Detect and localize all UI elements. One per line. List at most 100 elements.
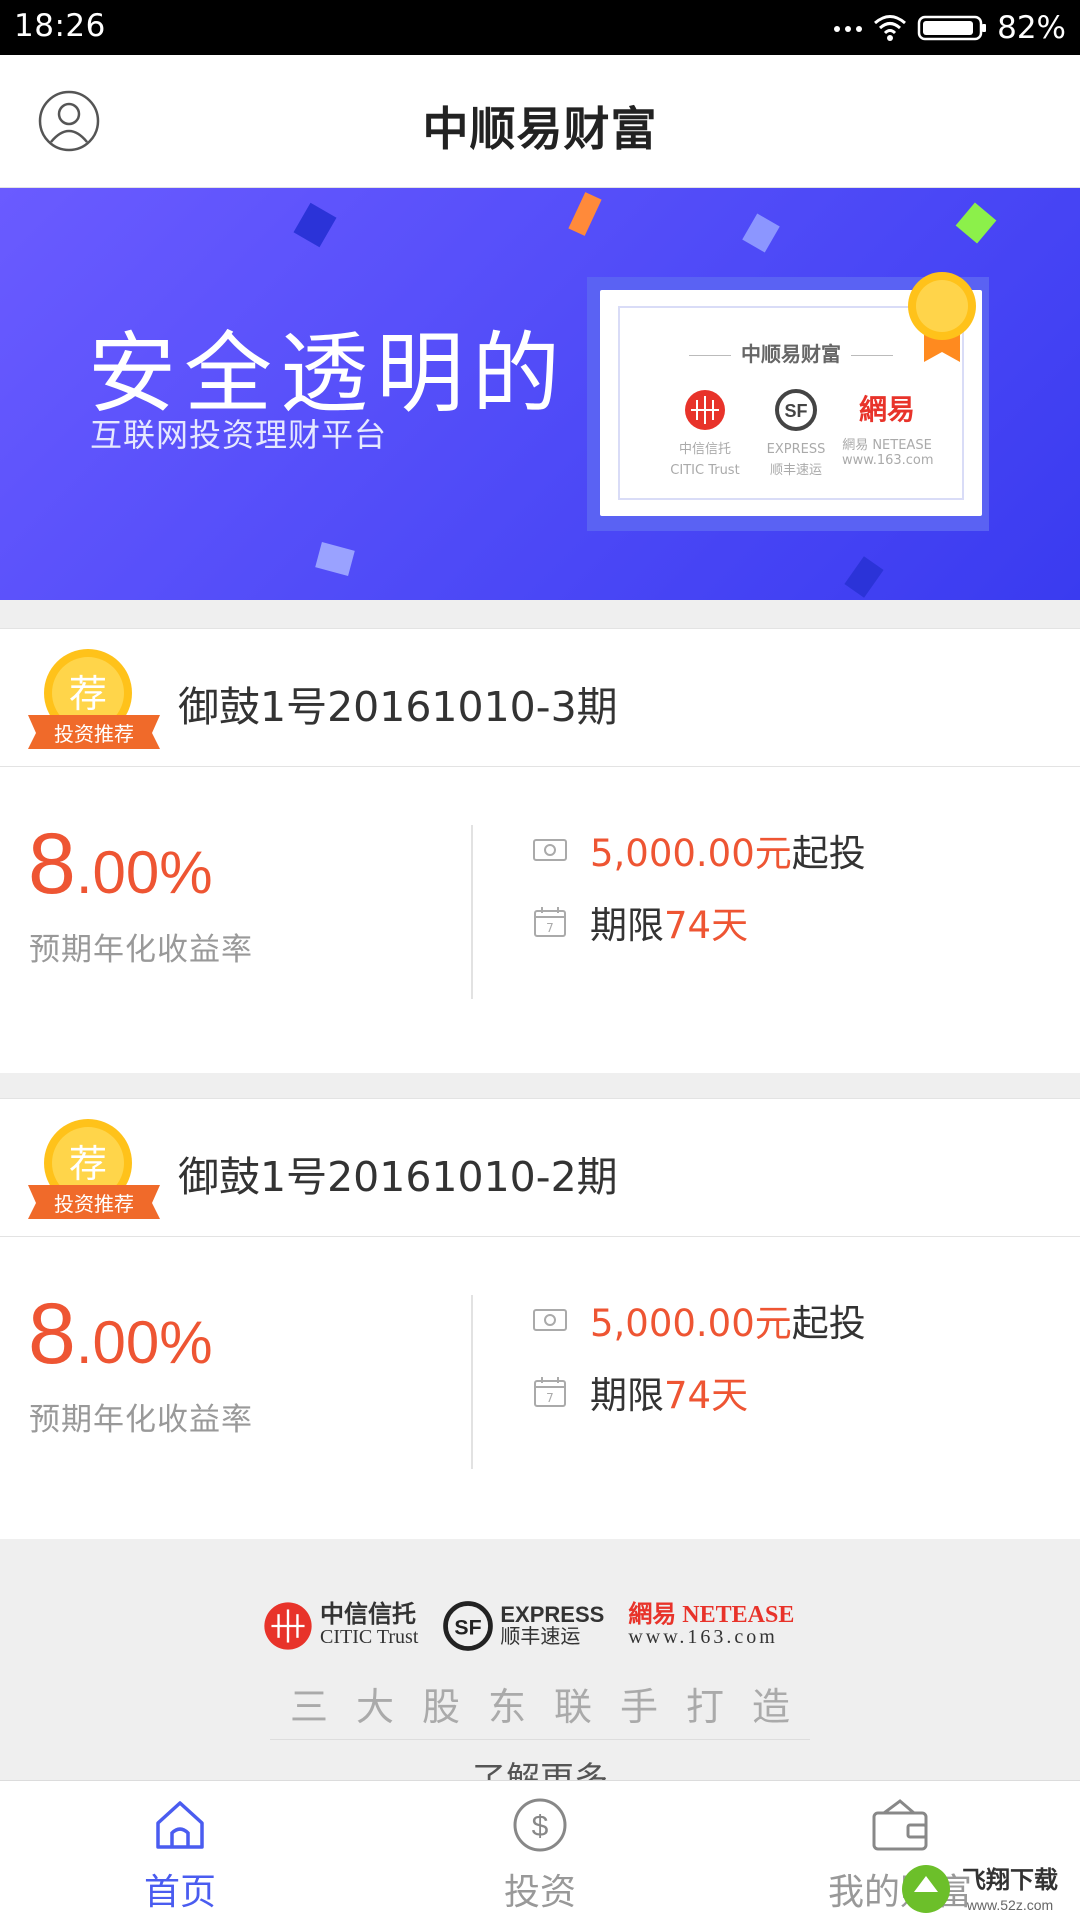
app-header: 中顺易财富 [0,55,1080,188]
citic-icon [685,390,725,430]
calendar-day: 7 [546,1391,554,1405]
watermark-url: www.52z.com [966,1897,1053,1913]
rate-label: 预期年化收益率 [29,932,253,968]
min-suffix: 起投 [791,832,866,875]
divider [270,1739,810,1740]
divider [471,1295,473,1469]
more-dots-icon [834,26,863,32]
term-row: 7 期限 74天 [532,1365,748,1419]
annual-rate: 8.00% [28,1285,213,1384]
product-card[interactable]: 荐 投资推荐 御鼓1号20161010-2期 8.00% 预期年化收益率 5,0… [0,1098,1080,1539]
sf-express-logo: SF EXPRESS 顺丰速运 [751,388,841,478]
partners-section: 中信信托 CITIC Trust SF EXPRESS 顺丰速运 網易 NETE… [0,1540,1080,1800]
badge-label: 投资推荐 [54,722,134,746]
recommend-badge-icon: 荐 投资推荐 [28,1119,160,1219]
min-suffix: 起投 [791,1302,866,1345]
term-value: 74天 [664,904,749,947]
sf-sub: 顺丰速运 [500,1626,581,1648]
battery-percent: 82% [997,10,1066,46]
watermark-text: 飞翔下载 [962,1866,1058,1894]
netease-partner-logo: 網易 NETEASE www.163.com [628,1602,795,1648]
promo-banner[interactable]: 安全透明的 互联网投资理财平台 中顺易财富 中信信托 CITIC Trust S… [0,188,1080,600]
netease-logo-name: 網易 [858,393,915,426]
page-title: 中顺易财富 [422,102,658,156]
medal-icon [908,272,976,362]
min-investment-row: 5,000.00元 起投 [532,823,866,877]
rate-decimal: .00% [75,1309,213,1376]
term-prefix: 期限 [590,1374,664,1417]
svg-text:SF: SF [784,401,807,421]
status-time: 18:26 [14,8,106,44]
calendar-day: 7 [546,921,554,935]
certificate-logos: 中信信托 CITIC Trust SF EXPRESS 顺丰速运 網易 網易 N… [660,388,934,478]
product-card-header[interactable]: 荐 投资推荐 御鼓1号20161010-3期 [0,629,1080,767]
confetti-shape [742,213,780,253]
tab-label: 首页 [143,1872,216,1913]
citic-sub: CITIC Trust [320,1626,419,1648]
annual-rate: 8.00% [28,815,213,914]
svg-text:$: $ [532,1810,549,1843]
partners-slogan: 三大股东联手打造 [289,1685,818,1729]
divider [471,825,473,999]
netease-name: 網易 NETEASE [628,1602,795,1628]
citic-logo-sub: CITIC Trust [670,463,740,478]
product-card-header[interactable]: 荐 投资推荐 御鼓1号20161010-2期 [0,1099,1080,1237]
product-name: 御鼓1号20161010-2期 [178,1153,618,1201]
sf-express-icon: SF [443,1601,494,1651]
citic-name: 中信信托 [320,1602,416,1628]
product-card-body[interactable]: 8.00% 预期年化收益率 5,000.00元 起投 7 期限 74天 [0,767,1080,1073]
sf-name: EXPRESS [500,1602,605,1627]
watermark-icon: 飞翔下载 www.52z.com [902,1865,1058,1913]
wallet-icon [872,1799,928,1851]
product-card[interactable]: 荐 投资推荐 御鼓1号20161010-3期 8.00% 预期年化收益率 5,0… [0,628,1080,1073]
status-bar: 18:26 82% [0,0,1080,55]
term-prefix: 期限 [590,904,664,947]
home-icon [156,1801,204,1849]
rate-integer: 8 [28,1286,76,1382]
svg-text:SF: SF [455,1615,482,1639]
banner-subtitle: 互联网投资理财平台 [90,416,388,454]
badge-char: 荐 [69,672,107,716]
wifi-icon [874,15,907,41]
badge-label: 投资推荐 [54,1192,134,1216]
confetti-shape [315,542,355,576]
tab-invest[interactable]: $ 投资 [360,1781,720,1920]
product-name: 御鼓1号20161010-3期 [178,683,618,731]
min-investment-row: 5,000.00元 起投 [532,1293,866,1347]
confetti-shape [844,556,884,598]
confetti-shape [568,192,602,236]
rate-integer: 8 [28,816,76,912]
money-icon [533,839,567,861]
tab-label: 投资 [503,1872,576,1913]
citic-logo-name: 中信信托 [678,442,731,457]
confetti-shape [955,202,997,244]
calendar-icon: 7 [534,907,566,937]
battery-icon [917,15,987,41]
sf-partner-logo: SF EXPRESS 顺丰速运 [442,1600,604,1652]
money-icon [533,1309,567,1331]
netease-sub: www.163.com [628,1626,778,1648]
dollar-icon: $ [513,1798,567,1852]
term-row: 7 期限 74天 [532,895,748,949]
recommend-badge-icon: 荐 投资推荐 [28,649,160,749]
partner-logos: 中信信托 CITIC Trust SF EXPRESS 顺丰速运 網易 NETE… [262,1600,794,1652]
status-icons: 82% [833,8,1066,48]
rate-decimal: .00% [75,839,213,906]
rate-label: 预期年化收益率 [29,1402,253,1438]
confetti-shape [293,202,337,248]
calendar-icon: 7 [534,1377,566,1407]
sf-express-icon: SF [775,389,817,431]
citic-partner-logo: 中信信托 CITIC Trust [262,1600,418,1652]
term-value: 74天 [664,1374,749,1417]
watermark-logo: 飞翔下载 www.52z.com [900,1858,1080,1920]
min-amount: 5,000.00元 [590,1302,792,1345]
min-amount: 5,000.00元 [590,832,792,875]
citic-icon [264,1602,312,1650]
sf-logo-name: EXPRESS [766,442,826,457]
netease-logo-sub: 網易 NETEASE www.163.com [842,438,934,468]
badge-char: 荐 [69,1142,107,1186]
tab-home[interactable]: 首页 [0,1781,360,1920]
product-card-body[interactable]: 8.00% 预期年化收益率 5,000.00元 起投 7 期限 74天 [0,1237,1080,1539]
netease-logo: 網易 網易 NETEASE www.163.com [842,388,934,478]
citic-logo: 中信信托 CITIC Trust [660,388,750,478]
